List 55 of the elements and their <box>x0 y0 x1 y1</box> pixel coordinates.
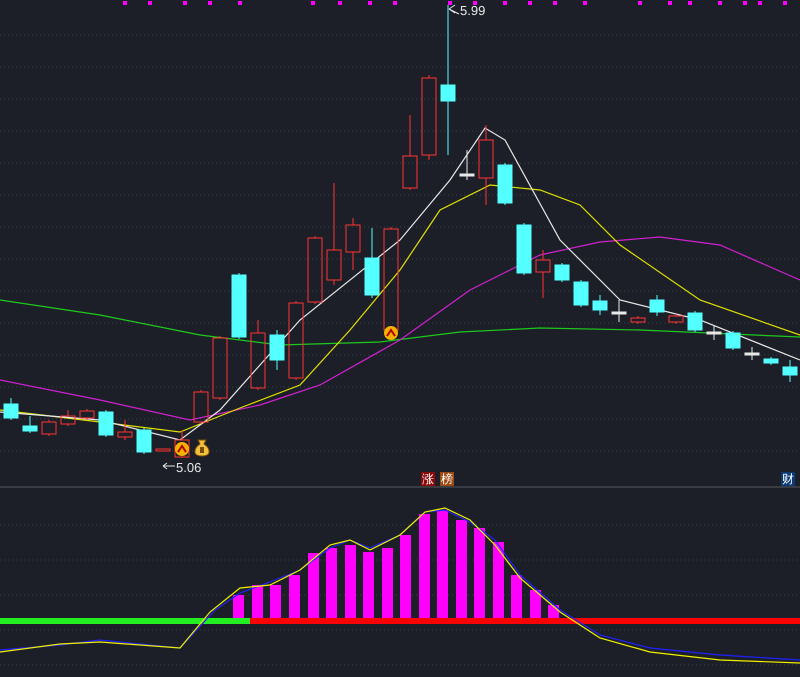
candlestick <box>98 410 114 438</box>
candlestick <box>308 236 322 304</box>
candlestick <box>136 428 152 454</box>
histogram-bar <box>530 590 541 618</box>
up-signal-icon <box>175 442 189 456</box>
candlestick <box>744 346 760 360</box>
candlestick <box>174 430 190 458</box>
candlestick <box>80 408 94 420</box>
candlestick <box>592 294 608 316</box>
candlestick <box>250 320 266 390</box>
histogram-bar <box>363 552 374 618</box>
candlestick <box>554 262 570 282</box>
candlestick <box>270 330 284 370</box>
candlestick <box>212 336 228 400</box>
candlestick <box>650 294 664 316</box>
candlestick <box>516 222 532 276</box>
histogram-bar <box>511 575 522 618</box>
candlestick <box>630 316 646 324</box>
candlestick <box>42 420 56 436</box>
finance-badge: 财 <box>781 472 795 486</box>
high-price-label: 5.99 <box>460 3 486 19</box>
candlestick <box>60 410 76 426</box>
candlestick <box>460 150 474 180</box>
histogram-bar <box>252 585 263 618</box>
pointer-arrow-icon <box>448 4 460 14</box>
candlestick <box>118 420 132 440</box>
histogram-bar <box>326 548 337 618</box>
candlestick <box>764 356 778 366</box>
candlestick <box>726 330 740 350</box>
candlestick <box>22 416 38 434</box>
rise-badge: 涨 <box>421 472 435 486</box>
money-bag-icon <box>194 440 210 456</box>
candlestick <box>498 162 512 206</box>
ranking-badge: 榜 <box>440 472 454 486</box>
candlestick <box>232 272 246 340</box>
candlestick <box>4 398 18 420</box>
candlestick <box>688 310 702 332</box>
histogram-bar <box>270 585 281 618</box>
candlestick <box>194 390 208 424</box>
low-price-label: 5.06 <box>176 460 202 476</box>
histogram-bar <box>308 553 319 618</box>
candlestick <box>156 448 170 452</box>
histogram-bar <box>289 575 300 618</box>
histogram-bar <box>382 548 393 618</box>
up-signal-icon <box>384 326 398 340</box>
candlestick <box>364 228 380 298</box>
pointer-arrow-icon <box>162 462 176 470</box>
candlestick <box>612 300 626 322</box>
candlestick <box>706 324 722 340</box>
histogram-bar <box>233 595 244 618</box>
candlestick <box>536 250 550 298</box>
candlestick <box>346 218 360 270</box>
candlestick <box>574 280 588 308</box>
candlestick <box>782 360 798 382</box>
candlestick <box>668 314 684 324</box>
